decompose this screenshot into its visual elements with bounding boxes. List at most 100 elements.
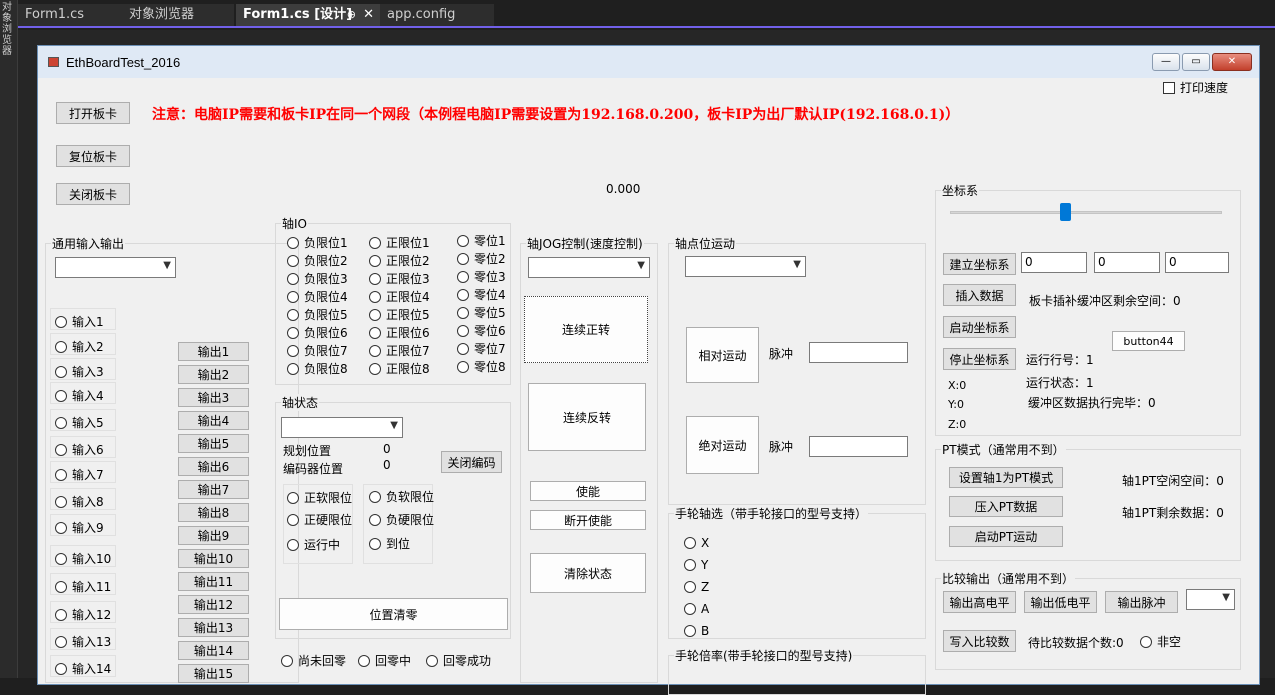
build-coord-button[interactable]: 建立坐标系	[943, 253, 1016, 275]
status-flag-1-radio[interactable]: 正软限位	[287, 489, 352, 506]
homing-in-progress-radio[interactable]: 回零中	[358, 652, 411, 669]
zero-2-radio[interactable]: 零位2	[457, 250, 506, 267]
slider-thumb[interactable]	[1060, 203, 1071, 221]
close-icon[interactable]: ✕	[363, 4, 374, 26]
neg-limit-5-radio[interactable]: 负限位5	[287, 306, 348, 323]
neg-limit-2-radio[interactable]: 负限位2	[287, 252, 348, 269]
maximize-button[interactable]: ▭	[1182, 53, 1210, 71]
status-flag-2-radio[interactable]: 负软限位	[369, 488, 434, 505]
output-2-button[interactable]: 输出2	[178, 365, 249, 384]
input-1-radio[interactable]: 输入1	[55, 313, 104, 330]
output-high-button[interactable]: 输出高电平	[943, 591, 1016, 613]
zero-7-radio[interactable]: 零位7	[457, 340, 506, 357]
pos-limit-4-radio[interactable]: 正限位4	[369, 288, 430, 305]
status-flag-3-radio[interactable]: 正硬限位	[287, 511, 352, 528]
write-compare-button[interactable]: 写入比较数	[943, 630, 1016, 652]
coord-z-input[interactable]: 0	[1165, 252, 1229, 273]
set-pt-mode-button[interactable]: 设置轴1为PT模式	[949, 467, 1063, 488]
pos-limit-8-radio[interactable]: 正限位8	[369, 360, 430, 377]
handwheel-axis-y-radio[interactable]: Y	[684, 558, 708, 572]
input-3-radio[interactable]: 输入3	[55, 363, 104, 380]
output-8-button[interactable]: 输出8	[178, 503, 249, 522]
output-3-button[interactable]: 输出3	[178, 388, 249, 407]
neg-limit-6-radio[interactable]: 负限位6	[287, 324, 348, 341]
zero-3-radio[interactable]: 零位3	[457, 268, 506, 285]
zero-8-radio[interactable]: 零位8	[457, 358, 506, 375]
coord-x-input[interactable]: 0	[1021, 252, 1087, 273]
relative-pulse-input[interactable]	[809, 342, 908, 363]
zero-4-radio[interactable]: 零位4	[457, 286, 506, 303]
output-12-button[interactable]: 输出12	[178, 595, 249, 614]
pos-limit-1-radio[interactable]: 正限位1	[369, 234, 430, 251]
button44[interactable]: button44	[1112, 331, 1185, 351]
print-speed-checkbox[interactable]: 打印速度	[1163, 79, 1228, 96]
homing-success-radio[interactable]: 回零成功	[426, 652, 491, 669]
not-empty-radio[interactable]: 非空	[1140, 633, 1181, 650]
neg-limit-3-radio[interactable]: 负限位3	[287, 270, 348, 287]
coord-slider[interactable]	[950, 203, 1222, 221]
output-5-button[interactable]: 输出5	[178, 434, 249, 453]
axis-select[interactable]: ▼	[281, 417, 403, 438]
tab-form1-designer[interactable]: Form1.cs [设计] ⊕ ✕	[236, 4, 380, 26]
pin-icon[interactable]: ⊕	[347, 4, 356, 26]
input-11-radio[interactable]: 输入11	[55, 578, 111, 595]
close-card-button[interactable]: 关闭板卡	[56, 183, 130, 205]
jog-axis-select[interactable]: ▼	[528, 257, 650, 278]
status-flag-4-radio[interactable]: 负硬限位	[369, 511, 434, 528]
input-14-radio[interactable]: 输入14	[55, 660, 111, 677]
enable-button[interactable]: 使能	[530, 481, 646, 501]
clear-status-button[interactable]: 清除状态	[530, 553, 646, 593]
neg-limit-1-radio[interactable]: 负限位1	[287, 234, 348, 251]
absolute-motion-button[interactable]: 绝对运动	[686, 416, 759, 474]
coord-y-input[interactable]: 0	[1094, 252, 1160, 273]
output-1-button[interactable]: 输出1	[178, 342, 249, 361]
zero-5-radio[interactable]: 零位5	[457, 304, 506, 321]
jog-reverse-button[interactable]: 连续反转	[528, 383, 646, 451]
input-12-radio[interactable]: 输入12	[55, 606, 111, 623]
input-10-radio[interactable]: 输入10	[55, 550, 111, 567]
pos-limit-5-radio[interactable]: 正限位5	[369, 306, 430, 323]
jog-forward-button[interactable]: 连续正转	[524, 296, 648, 363]
output-low-button[interactable]: 输出低电平	[1024, 591, 1097, 613]
output-6-button[interactable]: 输出6	[178, 457, 249, 476]
zero-1-radio[interactable]: 零位1	[457, 232, 506, 249]
input-13-radio[interactable]: 输入13	[55, 633, 111, 650]
relative-motion-button[interactable]: 相对运动	[686, 327, 759, 383]
output-4-button[interactable]: 输出4	[178, 411, 249, 430]
neg-limit-7-radio[interactable]: 负限位7	[287, 342, 348, 359]
pos-limit-6-radio[interactable]: 正限位6	[369, 324, 430, 341]
input-5-radio[interactable]: 输入5	[55, 414, 104, 431]
input-7-radio[interactable]: 输入7	[55, 466, 104, 483]
output-7-button[interactable]: 输出7	[178, 480, 249, 499]
io-card-select[interactable]: ▼	[55, 257, 176, 278]
input-4-radio[interactable]: 输入4	[55, 387, 104, 404]
output-14-button[interactable]: 输出14	[178, 641, 249, 660]
disable-button[interactable]: 断开使能	[530, 510, 646, 530]
input-9-radio[interactable]: 输入9	[55, 519, 104, 536]
handwheel-axis-b-radio[interactable]: B	[684, 624, 709, 638]
status-flag-6-radio[interactable]: 到位	[369, 535, 410, 552]
point-axis-select[interactable]: ▼	[685, 256, 806, 277]
neg-limit-8-radio[interactable]: 负限位8	[287, 360, 348, 377]
output-9-button[interactable]: 输出9	[178, 526, 249, 545]
output-11-button[interactable]: 输出11	[178, 572, 249, 591]
stop-coord-button[interactable]: 停止坐标系	[943, 348, 1016, 370]
input-2-radio[interactable]: 输入2	[55, 338, 104, 355]
pos-limit-7-radio[interactable]: 正限位7	[369, 342, 430, 359]
input-8-radio[interactable]: 输入8	[55, 493, 104, 510]
insert-data-button[interactable]: 插入数据	[943, 284, 1016, 306]
push-pt-data-button[interactable]: 压入PT数据	[949, 496, 1063, 517]
zero-position-button[interactable]: 位置清零	[279, 598, 508, 630]
zero-6-radio[interactable]: 零位6	[457, 322, 506, 339]
handwheel-axis-x-radio[interactable]: X	[684, 536, 709, 550]
open-card-button[interactable]: 打开板卡	[56, 102, 130, 124]
output-pulse-button[interactable]: 输出脉冲	[1105, 591, 1178, 613]
tab-form1-cs[interactable]: Form1.cs	[18, 4, 125, 26]
input-6-radio[interactable]: 输入6	[55, 441, 104, 458]
absolute-pulse-input[interactable]	[809, 436, 908, 457]
pos-limit-3-radio[interactable]: 正限位3	[369, 270, 430, 287]
status-flag-5-radio[interactable]: 运行中	[287, 536, 340, 553]
ide-side-strip[interactable]: 对象浏览器	[0, 0, 18, 678]
reset-card-button[interactable]: 复位板卡	[56, 145, 130, 167]
minimize-button[interactable]: —	[1152, 53, 1180, 71]
